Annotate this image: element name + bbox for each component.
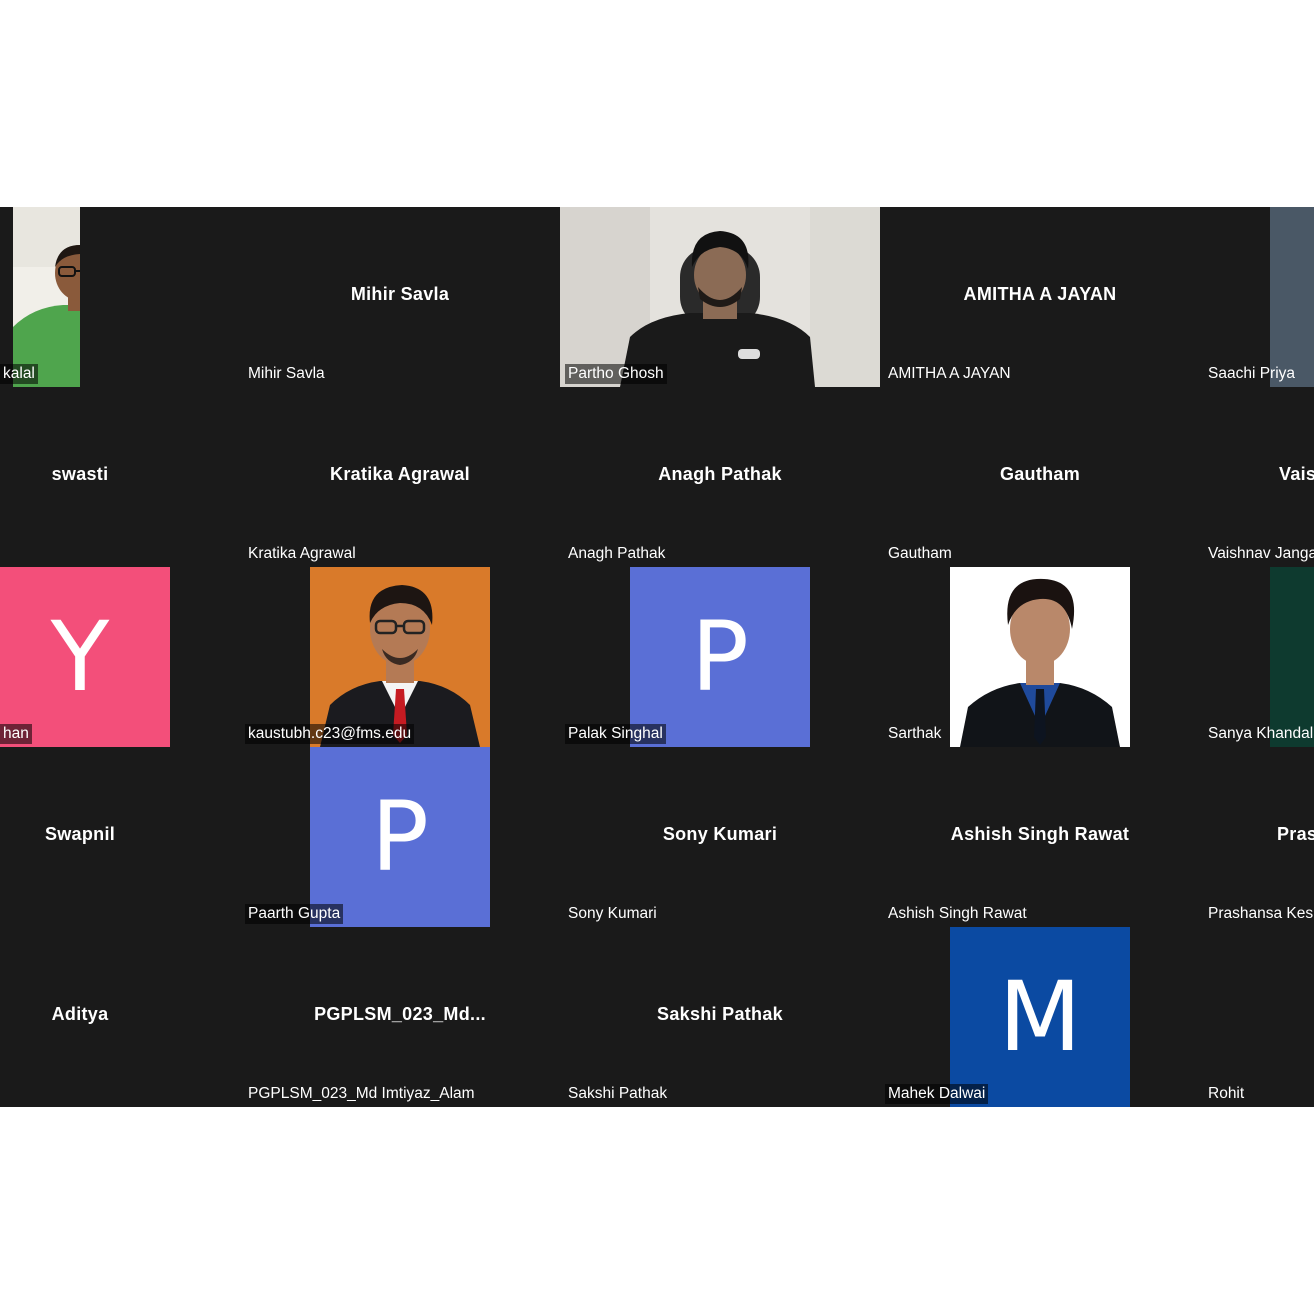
participant-display-name: AMITHA A JAYAN	[963, 283, 1117, 304]
participant-name-tag: AMITHA A JAYAN	[888, 365, 1011, 382]
participant-display-name: Gautham	[999, 463, 1081, 484]
avatar: Y	[0, 567, 170, 747]
participant-display-name: PGPLSM_023_Md...	[314, 1003, 486, 1024]
participant-tile-swasti[interactable]: swasti	[0, 387, 240, 567]
participant-name-tag: Sarthak	[888, 725, 942, 742]
participant-tile-sanya-khandal[interactable]: Sanya Khandal	[1200, 567, 1314, 747]
participant-name-tag: han	[0, 724, 32, 744]
participant-display-name: Aditya	[51, 1003, 109, 1024]
participant-name-tag: kalal	[0, 364, 38, 384]
participant-name-tag: Mahek Dalwai	[885, 1084, 989, 1104]
avatar-initial: P	[371, 781, 429, 893]
participant-tile-sarthak[interactable]: Sarthak	[880, 567, 1200, 747]
participant-video	[1270, 567, 1314, 747]
participant-display-name: Mihir Savla	[350, 283, 450, 304]
avatar-initial: Y	[50, 601, 110, 713]
participant-tile-anagh-pathak[interactable]: Anagh Pathak Anagh Pathak	[560, 387, 880, 567]
avatar: P	[630, 567, 810, 747]
participant-tile-mahek-dalwai[interactable]: M Mahek Dalwai	[880, 927, 1200, 1107]
participant-tile-saachi-priya[interactable]: Saachi Priya	[1200, 207, 1314, 387]
avatar: M	[950, 927, 1130, 1107]
participant-name-tag: Prashansa Kes	[1208, 905, 1314, 922]
participant-display-name: swasti	[51, 463, 109, 484]
avatar-initial: M	[998, 961, 1082, 1073]
participant-display-name: Vais	[1279, 463, 1314, 484]
participant-display-name: Sony Kumari	[662, 823, 778, 844]
participant-name-tag: Sanya Khandal	[1208, 725, 1314, 742]
participant-name-tag: Palak Singhal	[565, 724, 666, 744]
participant-tile-sakshi-pathak[interactable]: Sakshi Pathak Sakshi Pathak	[560, 927, 880, 1107]
participant-tile-md-imtiyaz-alam[interactable]: PGPLSM_023_Md... PGPLSM_023_Md Imtiyaz_A…	[240, 927, 560, 1107]
participant-name-tag: Gautham	[888, 545, 952, 562]
participant-display-name: Pras	[1277, 823, 1314, 844]
participant-video	[560, 207, 880, 387]
participant-name-tag: Ashish Singh Rawat	[888, 905, 1027, 922]
participant-name-tag: PGPLSM_023_Md Imtiyaz_Alam	[248, 1085, 475, 1102]
participant-name-tag: Kratika Agrawal	[248, 545, 356, 562]
participant-display-name: Anagh Pathak	[658, 463, 782, 484]
participant-tile-kratika-agrawal[interactable]: Kratika Agrawal Kratika Agrawal	[240, 387, 560, 567]
video-gallery-grid: kalal Mihir Savla Mihir Savla Partho Gho…	[0, 207, 1314, 1107]
participant-tile-han[interactable]: Y han	[0, 567, 240, 747]
participant-tile-swapnil[interactable]: Swapnil	[0, 747, 240, 927]
participant-tile-prashansa-kes[interactable]: Pras Prashansa Kes	[1200, 747, 1314, 927]
avatar-initial: P	[691, 601, 749, 713]
participant-tile-mihir-savla[interactable]: Mihir Savla Mihir Savla	[240, 207, 560, 387]
participant-tile-vaishnav-janga[interactable]: Vais Vaishnav Janga	[1200, 387, 1314, 567]
participant-video	[950, 567, 1130, 747]
participant-tile-palak-singhal[interactable]: P Palak Singhal	[560, 567, 880, 747]
participant-name-tag: Saachi Priya	[1208, 365, 1296, 382]
participant-name-tag: kaustubh.c23@fms.edu	[245, 724, 415, 744]
participant-video	[13, 207, 80, 387]
participant-name-tag: Vaishnav Janga	[1208, 545, 1314, 562]
participant-name-tag: Sony Kumari	[568, 905, 657, 922]
participant-tile-rohit[interactable]: Rohit	[1200, 927, 1314, 1107]
participant-tile-kalal[interactable]: kalal	[0, 207, 80, 387]
avatar: P	[310, 747, 490, 927]
participant-tile-partho-ghosh[interactable]: Partho Ghosh	[560, 207, 880, 387]
participant-tile-aditya[interactable]: Aditya	[0, 927, 240, 1107]
participant-tile-sony-kumari[interactable]: Sony Kumari Sony Kumari	[560, 747, 880, 927]
participant-video	[310, 567, 490, 747]
participant-display-name: Kratika Agrawal	[330, 463, 470, 484]
participant-name-tag: Anagh Pathak	[568, 545, 666, 562]
participant-tile-paarth-gupta[interactable]: P Paarth Gupta	[240, 747, 560, 927]
participant-tile-gautham[interactable]: Gautham Gautham	[880, 387, 1200, 567]
participant-display-name: Ashish Singh Rawat	[950, 823, 1130, 844]
participant-tile-amitha-a-jayan[interactable]: AMITHA A JAYAN AMITHA A JAYAN	[880, 207, 1200, 387]
participant-tile-kaustubh[interactable]: kaustubh.c23@fms.edu	[240, 567, 560, 747]
participant-name-tag: Mihir Savla	[248, 365, 325, 382]
participant-display-name: Swapnil	[44, 823, 116, 844]
participant-video	[1270, 207, 1314, 387]
participant-tile-ashish-singh-rawat[interactable]: Ashish Singh Rawat Ashish Singh Rawat	[880, 747, 1200, 927]
participant-name-tag: Sakshi Pathak	[568, 1085, 668, 1102]
participant-name-tag: Partho Ghosh	[565, 364, 667, 384]
participant-display-name: Sakshi Pathak	[657, 1003, 783, 1024]
participant-name-tag: Rohit	[1208, 1085, 1245, 1102]
participant-name-tag: Paarth Gupta	[245, 904, 344, 924]
